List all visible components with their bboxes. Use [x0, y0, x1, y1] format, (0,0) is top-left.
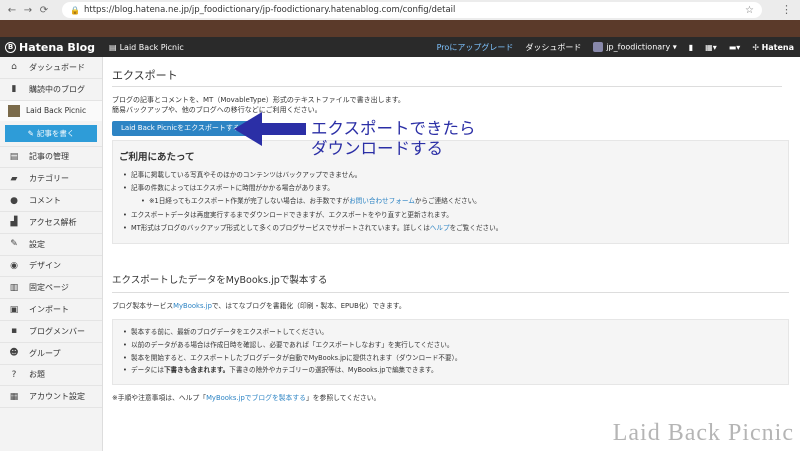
annotation-arrow-icon	[234, 112, 306, 146]
watermark: Laid Back Picnic	[612, 420, 794, 446]
arrow-shape	[234, 112, 306, 146]
annotation-text: エクスポートできたら ダウンロードする	[311, 119, 476, 158]
